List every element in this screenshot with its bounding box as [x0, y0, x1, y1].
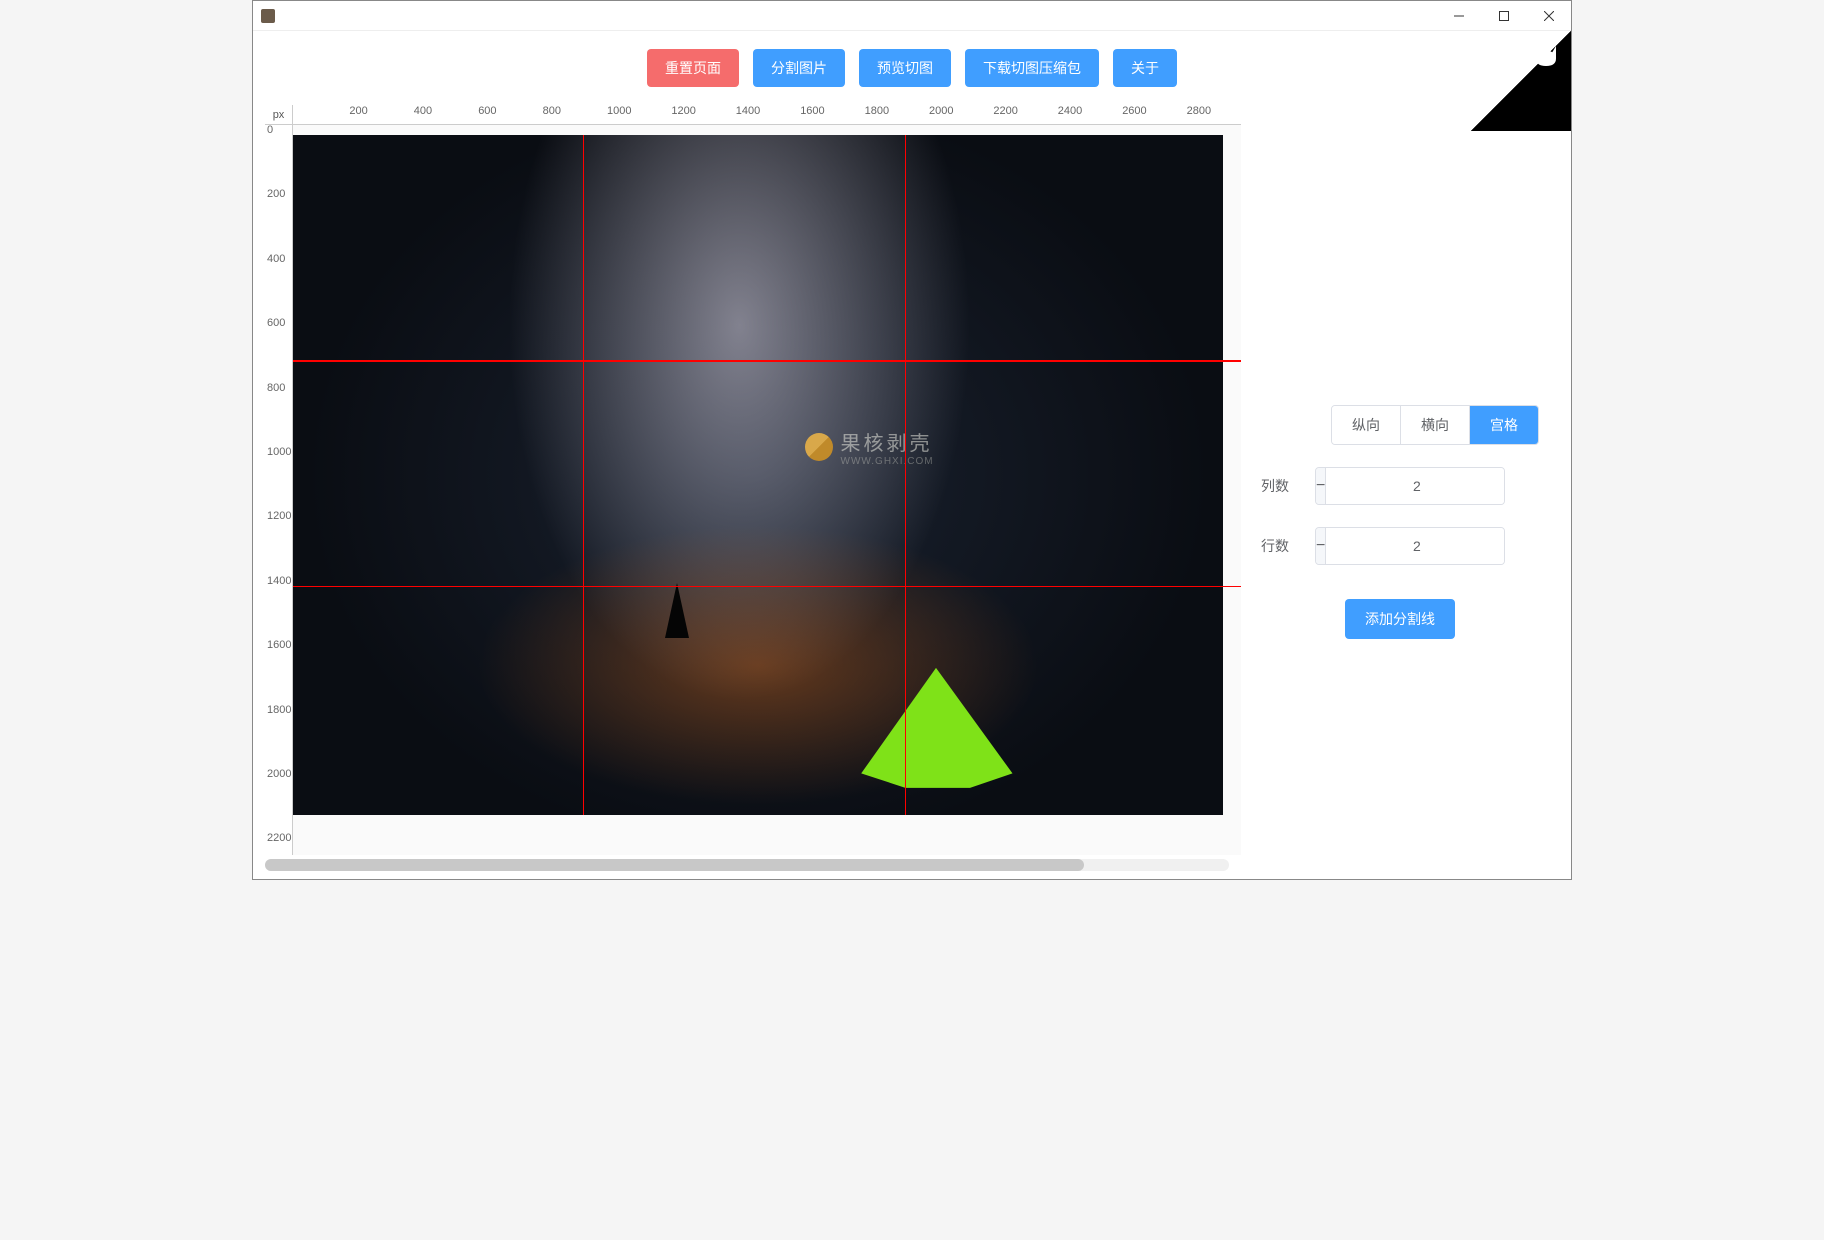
about-button[interactable]: 关于 [1113, 49, 1177, 87]
ruler-h-tick: 400 [414, 105, 432, 117]
cut-line-vertical[interactable] [905, 135, 907, 815]
reset-button[interactable]: 重置页面 [647, 49, 739, 87]
ruler-row: px 2004006008001000120014001600180020002… [265, 105, 1241, 125]
cut-line-horizontal[interactable] [293, 360, 1241, 362]
cut-line-vertical[interactable] [583, 135, 585, 815]
ruler-h-tick: 1800 [865, 105, 889, 117]
ruler-h-tick: 800 [543, 105, 561, 117]
canvas-row: 0 200 400 600 800 1000 1200 1400 1600 1800 2000 220… [265, 125, 1241, 855]
tree-silhouette [665, 583, 689, 638]
maximize-button[interactable] [1481, 1, 1526, 31]
watermark: 果核剥壳 WWW.GHXI.COM [805, 427, 934, 467]
direction-tabs: 纵向 横向 宫格 [1331, 405, 1539, 445]
ruler-v-tick: 1600 [267, 639, 291, 651]
image-stage: 果核剥壳 WWW.GHXI.COM [293, 125, 1241, 855]
side-panel: 纵向 横向 宫格 列数 − + 行数 − + 添加分 [1241, 105, 1571, 879]
horizontal-scrollbar[interactable] [265, 859, 1229, 871]
ruler-v-tick: 600 [267, 317, 285, 329]
watermark-sub: WWW.GHXI.COM [841, 456, 934, 467]
apply-button[interactable]: 添加分割线 [1345, 599, 1455, 639]
image: 果核剥壳 WWW.GHXI.COM [293, 135, 1223, 815]
ruler-v-tick: 2000 [267, 768, 291, 780]
canvas-wrap[interactable]: 果核剥壳 WWW.GHXI.COM [293, 125, 1241, 855]
cut-line-horizontal[interactable] [293, 586, 1241, 588]
ruler-v-tick: 2200 [267, 832, 291, 844]
tab-vertical[interactable]: 纵向 [1332, 406, 1401, 444]
ruler-h-tick: 1600 [800, 105, 824, 117]
rows-decrease[interactable]: − [1316, 528, 1325, 564]
tab-horizontal[interactable]: 横向 [1401, 406, 1470, 444]
ruler-h-tick: 2000 [929, 105, 953, 117]
ruler-unit: px [265, 105, 293, 125]
ruler-h-tick: 2400 [1058, 105, 1082, 117]
download-button[interactable]: 下载切图压缩包 [965, 49, 1099, 87]
toolbar: 重置页面 分割图片 预览切图 下载切图压缩包 关于 [253, 31, 1571, 105]
app-window: 重置页面 分割图片 预览切图 下载切图压缩包 关于 px 200 400 600 80… [252, 0, 1572, 880]
ruler-v-tick: 400 [267, 253, 285, 265]
cols-stepper: − + [1315, 467, 1505, 505]
ruler-v-tick: 200 [267, 188, 285, 200]
ruler-h-tick: 1400 [736, 105, 760, 117]
main: px 2004006008001000120014001600180020002… [253, 105, 1571, 879]
ruler-v-tick: 800 [267, 382, 285, 394]
app-icon [261, 9, 275, 23]
watermark-icon [805, 433, 833, 461]
minimize-button[interactable] [1436, 1, 1481, 31]
titlebar-left [261, 9, 281, 23]
ruler-vertical: 0 200 400 600 800 1000 1200 1400 1600 1800 2000 220… [265, 125, 293, 855]
close-button[interactable] [1526, 1, 1571, 31]
ruler-v-tick: 0 [267, 125, 273, 136]
ruler-h-tick: 1000 [607, 105, 631, 117]
cols-label: 列数 [1261, 476, 1295, 496]
rows-stepper: − + [1315, 527, 1505, 565]
rows-input[interactable] [1325, 528, 1505, 564]
ruler-horizontal: 200 400 600 800 1000 1200 1400 1600 1800 2000 2200… [293, 105, 1241, 125]
preview-button[interactable]: 预览切图 [859, 49, 951, 87]
ruler-h-tick: 2200 [993, 105, 1017, 117]
titlebar [253, 1, 1571, 31]
cols-field: 列数 − + [1261, 467, 1539, 505]
ruler-v-tick: 1400 [267, 575, 291, 587]
cols-input[interactable] [1325, 468, 1505, 504]
rows-label: 行数 [1261, 536, 1295, 556]
ruler-h-tick: 1200 [671, 105, 695, 117]
cols-decrease[interactable]: − [1316, 468, 1325, 504]
tab-grid[interactable]: 宫格 [1470, 406, 1538, 444]
ruler-h-tick: 2600 [1122, 105, 1146, 117]
ruler-h-tick: 200 [349, 105, 367, 117]
window-controls [1436, 1, 1571, 30]
rows-field: 行数 − + [1261, 527, 1539, 565]
split-button[interactable]: 分割图片 [753, 49, 845, 87]
ruler-v-tick: 1000 [267, 446, 291, 458]
canvas-area: px 2004006008001000120014001600180020002… [253, 105, 1241, 879]
tent [851, 668, 1021, 788]
scrollbar-thumb[interactable] [265, 859, 1084, 871]
ruler-h-tick: 2800 [1187, 105, 1211, 117]
ruler-v-tick: 1800 [267, 704, 291, 716]
watermark-text: 果核剥壳 [841, 433, 933, 455]
ruler-v-tick: 1200 [267, 510, 291, 522]
ruler-h-tick: 600 [478, 105, 496, 117]
